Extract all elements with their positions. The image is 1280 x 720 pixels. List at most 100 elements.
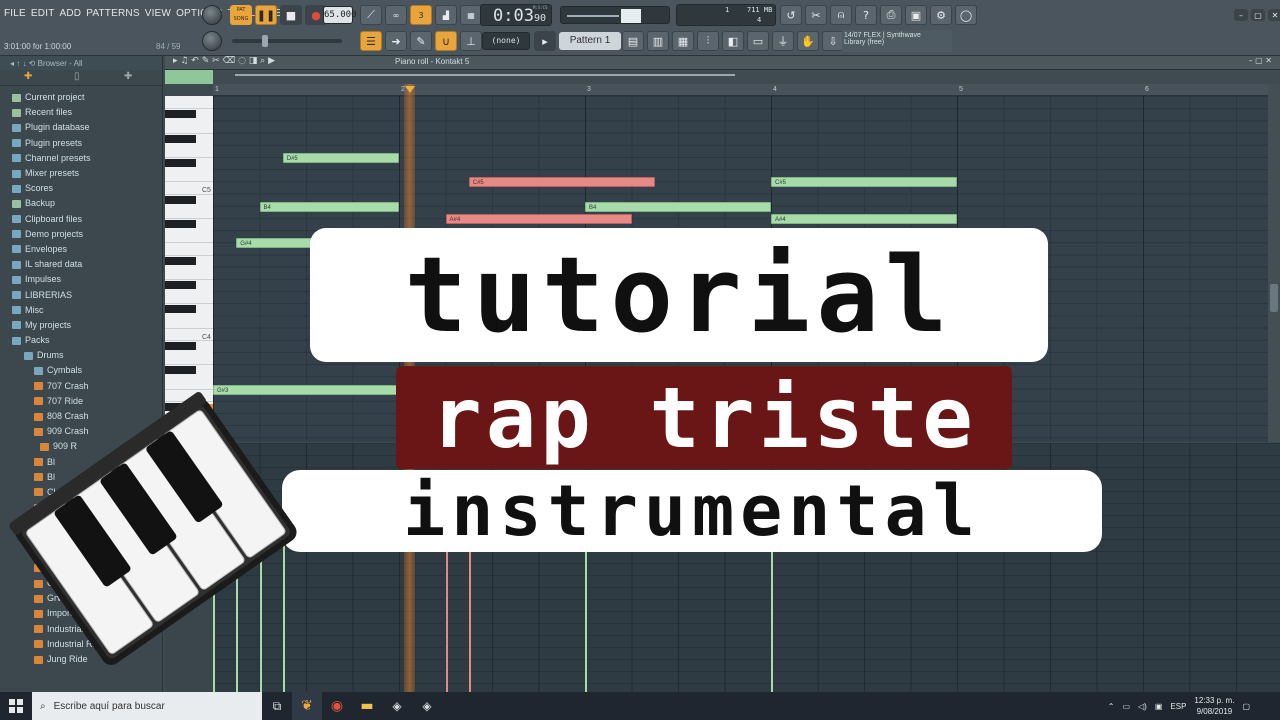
browser-item[interactable]: Channel presets — [0, 151, 162, 166]
menu-add[interactable]: ADD — [60, 8, 82, 19]
midi-note[interactable]: C#5 — [468, 177, 655, 188]
browser-item[interactable]: Recent files — [0, 105, 162, 120]
mixer-button[interactable]: ⫶ — [697, 31, 719, 51]
undo-button[interactable]: ↺ — [780, 5, 802, 25]
menu-file[interactable]: FILE — [4, 8, 26, 19]
velocity-bar[interactable] — [585, 542, 587, 692]
pattern-select[interactable]: Pattern 1 — [559, 32, 621, 50]
browser-item[interactable]: Current project — [0, 90, 162, 105]
menu-patterns[interactable]: PATTERNS — [86, 8, 139, 19]
app1-taskbar-button[interactable]: ◈ — [382, 692, 412, 720]
help-button[interactable]: ? — [855, 5, 877, 25]
black-key[interactable] — [165, 281, 196, 289]
master-pitch-knob[interactable] — [202, 31, 222, 51]
browser-item[interactable]: IL shared data — [0, 257, 162, 272]
browser-item[interactable]: Plugin presets — [0, 136, 162, 151]
browser-item[interactable]: Plugin database — [0, 120, 162, 135]
pattern-prev-button[interactable]: ▸ — [534, 31, 556, 51]
touch-keyboard-button[interactable]: ✋ — [797, 31, 819, 51]
playlist-button[interactable]: ☰ — [360, 31, 382, 51]
vertical-scrollbar[interactable] — [1268, 84, 1280, 442]
task-view-button[interactable]: ⧉ — [262, 692, 292, 720]
menu-view[interactable]: VIEW — [145, 8, 171, 19]
chevron-up-icon[interactable]: ⌃ — [1108, 702, 1115, 711]
browser-item[interactable]: My projects — [0, 318, 162, 333]
velocity-bar[interactable] — [771, 542, 773, 692]
pencil-button[interactable]: ✎ — [410, 31, 432, 51]
browser-item[interactable]: LIBRERIAS — [0, 287, 162, 302]
snap-select[interactable]: (none) — [482, 32, 530, 50]
clock[interactable]: 12:33 p. m. 9/08/2019 — [1194, 695, 1234, 717]
browser-item[interactable]: Packs — [0, 333, 162, 348]
network-icon[interactable]: ▭ — [1122, 702, 1130, 711]
play-button[interactable]: ❚❚ — [255, 5, 277, 25]
master-slider[interactable] — [232, 35, 342, 47]
close-button[interactable]: ✕ — [1268, 9, 1280, 21]
playhead-marker[interactable] — [405, 86, 415, 93]
browser-item[interactable]: Mixer presets — [0, 166, 162, 181]
browser-item[interactable]: Misc — [0, 303, 162, 318]
ime-icon[interactable]: ▣ — [1155, 702, 1163, 711]
master-volume-knob[interactable] — [202, 5, 222, 25]
plug-button[interactable]: ⏚ — [772, 31, 794, 51]
velocity-bar[interactable] — [445, 542, 448, 692]
black-key[interactable] — [165, 110, 196, 119]
plugin-picker-button[interactable]: ◧ — [722, 31, 744, 51]
time-ruler[interactable]: 123456 — [213, 84, 1268, 96]
browser-item[interactable]: Demo projects — [0, 227, 162, 242]
tool-icons[interactable]: ▸ ♫ ↶ ✎ ✂ ⌫ ◌ ◨ ⌕ ▶ — [173, 56, 275, 66]
black-key[interactable] — [165, 195, 196, 204]
settings-button[interactable]: ⚙ — [930, 5, 952, 25]
notifications-icon[interactable]: ▢ — [1242, 702, 1250, 711]
black-key[interactable] — [165, 159, 196, 167]
menu-edit[interactable]: EDIT — [31, 8, 55, 19]
browser-item[interactable]: Cymbals — [0, 363, 162, 378]
chat-button[interactable]: ◯ — [955, 5, 977, 25]
pat-song-toggle[interactable]: PAT SONG — [230, 5, 252, 25]
black-key[interactable] — [165, 134, 196, 143]
countdown-button[interactable]: 3 — [410, 5, 432, 25]
metronome-button[interactable]: ⟋ — [360, 5, 382, 25]
velocity-bar[interactable] — [468, 542, 471, 692]
midi-note[interactable]: A#4 — [445, 214, 632, 224]
browser-item[interactable]: Envelopes — [0, 242, 162, 257]
fl-studio-taskbar-button[interactable]: ❦ — [292, 692, 322, 720]
playlist-view-button[interactable]: ▤ — [622, 31, 644, 51]
midi-note[interactable]: C#5 — [771, 177, 957, 188]
volume-icon[interactable]: ◁) — [1138, 702, 1147, 711]
midi-note[interactable]: B4 — [259, 201, 399, 212]
news-panel[interactable]: 14/07 FLEX | Synthwave Library (free) — [842, 30, 952, 52]
browser-item[interactable]: Drums — [0, 348, 162, 363]
start-button[interactable] — [0, 692, 32, 720]
browser-item[interactable]: Clipboard files — [0, 212, 162, 227]
black-key[interactable] — [165, 256, 196, 265]
scrollbar-thumb[interactable] — [1270, 284, 1278, 312]
piano-roll-view-button[interactable]: ▥ — [647, 31, 669, 51]
star-icon[interactable]: ✚ — [24, 71, 32, 82]
blend-button[interactable]: ▦ — [460, 5, 482, 25]
stamp-button[interactable]: ⊥ — [460, 31, 482, 51]
chrome-taskbar-button[interactable]: ◉ — [322, 692, 352, 720]
download-button[interactable]: ⇩ — [822, 31, 844, 51]
black-key[interactable] — [165, 342, 196, 350]
stop-button[interactable]: ■ — [280, 5, 302, 25]
minimize-button[interactable]: – — [1234, 9, 1248, 21]
pat-song-switch[interactable]: PAT SONG — [230, 3, 252, 27]
mic-button[interactable]: ⍝ — [830, 5, 852, 25]
midi-note[interactable]: A#4 — [771, 214, 957, 224]
language-indicator[interactable]: ESP — [1170, 702, 1186, 711]
browser-item[interactable]: Scores — [0, 181, 162, 196]
channel-rack-button[interactable]: ▦ — [672, 31, 694, 51]
browser-button[interactable]: ▭ — [747, 31, 769, 51]
browser-item[interactable]: Backup — [0, 196, 162, 211]
browser-item[interactable]: Impulses — [0, 272, 162, 287]
taskbar-search[interactable]: ⌕ Escribe aquí para buscar — [32, 692, 262, 720]
app2-taskbar-button[interactable]: ◈ — [412, 692, 442, 720]
file-icon[interactable]: ▯ — [74, 71, 80, 82]
window-controls[interactable]: – ▢ ✕ — [1249, 56, 1272, 65]
draw-button[interactable]: ➜ — [385, 31, 407, 51]
black-key[interactable] — [165, 305, 196, 314]
save-button[interactable]: ▣ — [905, 5, 927, 25]
cut-button[interactable]: ✂ — [805, 5, 827, 25]
explorer-taskbar-button[interactable]: ▬ — [352, 692, 382, 720]
